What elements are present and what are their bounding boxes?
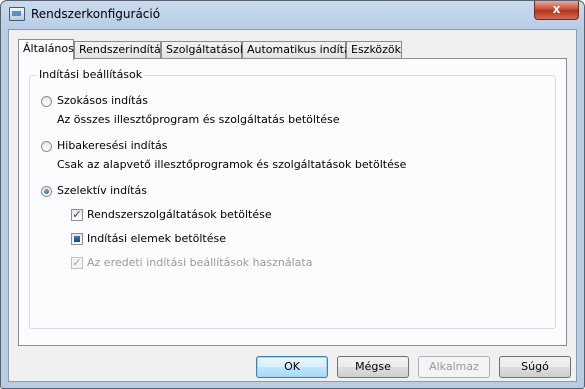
- close-button[interactable]: x: [534, 1, 579, 20]
- diagnostic-startup-description: Csak az alapvető illesztőprogramok és sz…: [57, 158, 407, 171]
- diagnostic-startup-radio[interactable]: [41, 141, 52, 152]
- title-bar[interactable]: Rendszerkonfiguráció x: [1, 1, 584, 29]
- tab-general[interactable]: Általános: [18, 39, 74, 60]
- normal-startup-radio[interactable]: [41, 96, 52, 107]
- load-startup-items-checkbox[interactable]: [71, 233, 83, 245]
- use-original-boot-config-checkbox: ✓: [71, 256, 83, 269]
- tab-services[interactable]: Szolgáltatások: [161, 41, 246, 58]
- general-tab-panel: Indítási beállítások Szokásos indítás Az…: [18, 58, 567, 346]
- tab-tools[interactable]: Eszközök: [346, 41, 402, 58]
- msconfig-app-icon: [9, 7, 25, 21]
- tab-startup[interactable]: Automatikus indítás: [242, 41, 356, 58]
- load-services-checkbox[interactable]: ✓: [71, 209, 83, 221]
- load-services-label[interactable]: Rendszerszolgáltatások betöltése: [87, 208, 272, 221]
- startup-selection-group: Indítási beállítások Szokásos indítás Az…: [29, 68, 556, 329]
- close-icon: x: [552, 2, 561, 16]
- help-button[interactable]: Súgó: [499, 356, 571, 378]
- tab-boot[interactable]: Rendszerindítás: [74, 41, 167, 58]
- selective-startup-radio[interactable]: [41, 186, 52, 197]
- group-legend: Indítási beállítások: [37, 68, 145, 81]
- diagnostic-startup-label[interactable]: Hibakeresési indítás: [57, 139, 167, 152]
- normal-startup-description: Az összes illesztőprogram és szolgáltatá…: [57, 113, 340, 126]
- load-startup-items-label[interactable]: Indítási elemek betöltése: [87, 232, 226, 245]
- cancel-button[interactable]: Mégse: [337, 356, 409, 378]
- use-original-boot-config-label: Az eredeti indítási beállítások használa…: [87, 256, 313, 269]
- selective-startup-label[interactable]: Szelektív indítás: [57, 184, 147, 197]
- ok-button[interactable]: OK: [256, 356, 328, 378]
- dialog-client-area: Általános Rendszerindítás Szolgáltatások…: [8, 29, 577, 382]
- normal-startup-label[interactable]: Szokásos indítás: [57, 94, 148, 107]
- window-title: Rendszerkonfiguráció: [31, 7, 161, 21]
- system-configuration-window: Rendszerkonfiguráció x Általános Rendsze…: [0, 0, 585, 389]
- apply-button: Alkalmaz: [418, 356, 490, 378]
